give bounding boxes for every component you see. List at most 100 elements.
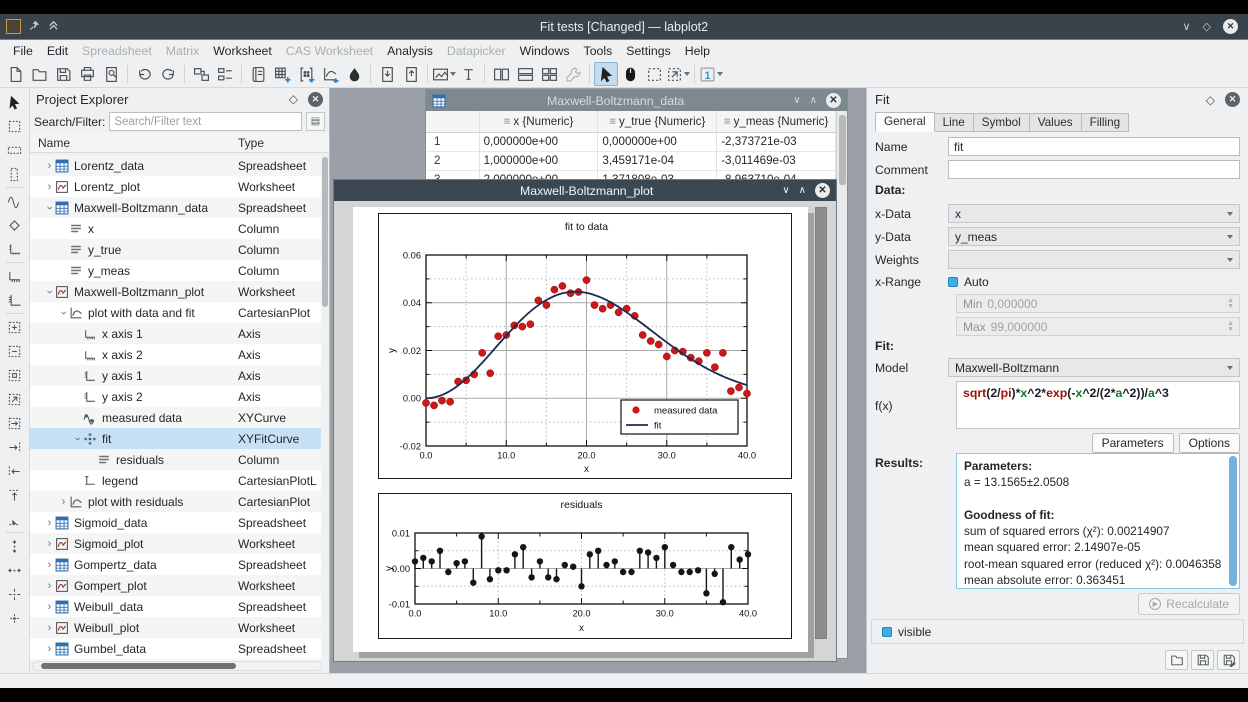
menu-edit[interactable]: Edit [40, 42, 75, 60]
expander-icon[interactable]: › [44, 160, 55, 172]
name-field[interactable] [948, 137, 1240, 156]
expander-icon[interactable]: › [44, 181, 55, 193]
new-spreadsheet-button[interactable] [270, 62, 294, 86]
float-panel-icon[interactable]: ◇ [1206, 93, 1215, 107]
menu-settings[interactable]: Settings [619, 42, 677, 60]
cell[interactable]: 1,000000e+00 [480, 152, 599, 170]
tree-row-weibull-plot[interactable]: ›Weibull_plotWorksheet [30, 617, 322, 638]
save-button[interactable] [51, 62, 75, 86]
menu-windows[interactable]: Windows [513, 42, 577, 60]
new-curve-button[interactable] [3, 189, 27, 213]
column-header-x-numeric-[interactable]: ≡x {Numeric} [480, 111, 599, 132]
results-scrollbar[interactable] [1229, 456, 1237, 586]
zoom-select-mode-button[interactable] [642, 62, 666, 86]
row-number[interactable]: 2 [426, 152, 480, 170]
cell[interactable]: 3,459171e-04 [598, 152, 717, 170]
extend-y-button[interactable] [3, 534, 27, 558]
maximize-icon[interactable]: ∧ [810, 95, 817, 106]
tree-row-y-axis-2[interactable]: y axis 2Axis [30, 386, 322, 407]
cell[interactable]: 0,000000e+00 [480, 133, 599, 151]
options-button[interactable]: Options [1179, 433, 1240, 453]
print-preview-button[interactable] [99, 62, 123, 86]
menu-help[interactable]: Help [678, 42, 717, 60]
search-input[interactable] [109, 112, 302, 131]
minimize-icon[interactable]: ∨ [793, 95, 800, 106]
navigate-mode-button[interactable] [618, 62, 642, 86]
spreadsheet-vertical-scrollbar[interactable] [836, 111, 847, 658]
float-panel-icon[interactable]: ◇ [289, 92, 298, 106]
worksheet-window[interactable]: Maxwell-Boltzmann_plot ∨ ∧ ✕ fit to data… [333, 179, 837, 662]
expander-icon[interactable]: › [58, 496, 69, 508]
new-matrix-button[interactable] [294, 62, 318, 86]
undo-button[interactable] [132, 62, 156, 86]
name-column-header[interactable]: Name [30, 133, 238, 152]
redo-button[interactable] [156, 62, 180, 86]
tree-row-plot-with-data-and-fit[interactable]: ›plot with data and fitCartesianPlot [30, 302, 322, 323]
spreadsheet-row-2[interactable]: 21,000000e+003,459171e-04-3,011469e-03 [426, 152, 836, 171]
tree-row-gompertz-data[interactable]: ›Gompertz_dataSpreadsheet [30, 554, 322, 575]
close-panel-icon[interactable]: ✕ [308, 92, 323, 107]
split-grid-button[interactable] [537, 62, 561, 86]
zoom-fit-button[interactable] [666, 62, 690, 86]
window-cascade-button[interactable]: 1 [699, 62, 723, 86]
zoom-out-button[interactable] [3, 339, 27, 363]
shift-down-y-button[interactable] [3, 507, 27, 531]
visible-checkbox[interactable] [882, 627, 892, 637]
export-image-button[interactable] [432, 62, 456, 86]
row-number[interactable]: 1 [426, 133, 480, 151]
tree-row-y-axis-1[interactable]: y axis 1Axis [30, 365, 322, 386]
tree-row-legend[interactable]: legendCartesianPlotL [30, 470, 322, 491]
split-left-right-button[interactable] [489, 62, 513, 86]
expander-icon[interactable]: › [72, 433, 84, 444]
shrink-y-button[interactable] [3, 558, 27, 582]
shift-up-y-button[interactable] [3, 483, 27, 507]
tree-row-gumbel-data[interactable]: ›Gumbel_dataSpreadsheet [30, 638, 322, 659]
tree-row-plot-with-residuals[interactable]: ›plot with residualsCartesianPlot [30, 491, 322, 512]
min-spinbox[interactable]: Min 0,000000 ▲▼ [956, 294, 1240, 313]
menu-tools[interactable]: Tools [577, 42, 620, 60]
split-top-bottom-button[interactable] [513, 62, 537, 86]
tree-column-headers[interactable]: Name Type [30, 133, 329, 153]
expander-icon[interactable]: › [44, 517, 55, 529]
model-dropdown[interactable]: Maxwell-Boltzmann [948, 358, 1240, 377]
tree-row-y-meas[interactable]: y_measColumn [30, 260, 322, 281]
save-as-default-button[interactable] [1217, 650, 1240, 670]
expander-icon[interactable]: › [58, 307, 70, 318]
tree-row-measured-data[interactable]: measured dataXYCurve [30, 407, 322, 428]
spreadsheet-header-row[interactable]: ≡x {Numeric}≡y_true {Numeric}≡y_meas {Nu… [426, 111, 836, 133]
auto-range-checkbox[interactable] [948, 277, 958, 287]
new-worksheet-button[interactable] [318, 62, 342, 86]
column-header-y-meas-numeric-[interactable]: ≡y_meas {Numeric} [717, 111, 836, 132]
tree-row-y-true[interactable]: y_trueColumn [30, 239, 322, 260]
shade-icon[interactable]: ∨ [1182, 20, 1190, 33]
close-icon[interactable]: ✕ [815, 183, 830, 198]
zoom-origin-button[interactable] [3, 363, 27, 387]
import-data-button[interactable] [375, 62, 399, 86]
spreadsheet-row-1[interactable]: 10,000000e+000,000000e+00-2,373721e-03 [426, 133, 836, 152]
new-equation-curve-button[interactable] [3, 213, 27, 237]
cell[interactable]: -2,373721e-03 [717, 133, 836, 151]
tree-row-fit[interactable]: ›fitXYFitCurve [30, 428, 322, 449]
weights-dropdown[interactable] [948, 250, 1240, 269]
menu-worksheet[interactable]: Worksheet [206, 42, 279, 60]
tree-vertical-scrollbar[interactable] [321, 155, 329, 661]
print-button[interactable] [75, 62, 99, 86]
auto-scale-button[interactable] [3, 387, 27, 411]
tab-general[interactable]: General [875, 112, 935, 132]
minimize-icon[interactable]: ∨ [782, 185, 789, 196]
tree-row-weibull-data[interactable]: ›Weibull_dataSpreadsheet [30, 596, 322, 617]
expander-icon[interactable]: › [44, 286, 56, 297]
new-x-axis-button[interactable] [3, 264, 27, 288]
expander-icon[interactable]: › [44, 538, 55, 550]
chevrons-up-icon[interactable] [48, 20, 59, 34]
tree-horizontal-scrollbar[interactable] [32, 661, 322, 671]
tab-symbol[interactable]: Symbol [974, 113, 1030, 132]
close-icon[interactable]: ✕ [826, 93, 841, 108]
load-configuration-button[interactable] [1165, 650, 1188, 670]
new-legend-button[interactable] [3, 237, 27, 261]
tree-row-x-axis-2[interactable]: x axis 2Axis [30, 344, 322, 365]
formula-editor[interactable]: sqrt(2/pi)*x^2*exp(-x^2/(2*a^2))/a^3 [956, 381, 1240, 429]
auto-scale-x-button[interactable] [3, 411, 27, 435]
expander-icon[interactable]: › [44, 559, 55, 571]
zoom-in-button[interactable] [3, 315, 27, 339]
